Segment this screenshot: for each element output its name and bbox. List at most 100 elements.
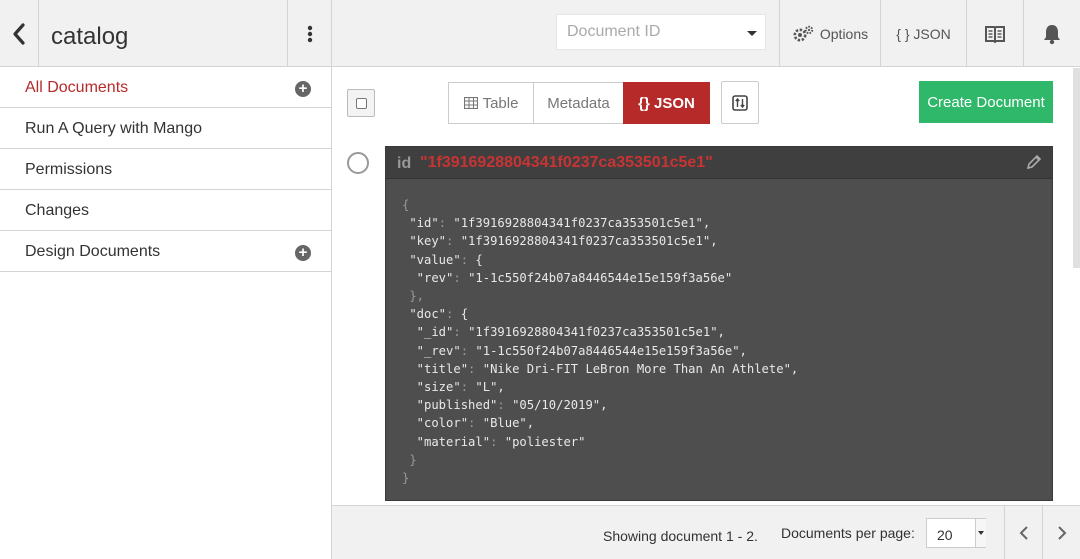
json-key: "material" [402, 434, 491, 449]
json-line: "size": "L", [402, 380, 505, 395]
json-line: "_id": "1f3916928804341f0237ca353501c5e1… [402, 325, 725, 340]
json-key: "doc" [402, 307, 447, 322]
kebab-icon [307, 25, 312, 42]
json-key: "published" [402, 398, 498, 413]
json-key: "rev" [402, 270, 454, 285]
options-label: Options [819, 25, 869, 42]
json-key: "id" [402, 216, 439, 231]
chevron-left-icon [13, 22, 25, 45]
json-line: "published": "05/10/2019", [402, 398, 608, 413]
back-button[interactable] [0, 0, 39, 67]
document-json-body: { "id": "1f3916928804341f0237ca353501c5e… [402, 196, 798, 487]
json-line: }, [402, 287, 798, 305]
document-card[interactable]: id "1f3916928804341f0237ca353501c5e1" { … [385, 146, 1053, 501]
json-value: "Blue", [482, 416, 535, 431]
bell-icon [1044, 24, 1060, 44]
toggle-body-button[interactable] [721, 81, 759, 124]
create-document-button[interactable]: Create Document [919, 81, 1053, 123]
json-line: "_rev": "1-1c550f24b07a8446544e15e159f3a… [402, 343, 747, 358]
sidebar-item-changes[interactable]: Changes [0, 190, 331, 231]
json-view-button[interactable]: { } JSON [880, 0, 966, 67]
json-line: { [402, 196, 798, 214]
tab-metadata-view[interactable]: Metadata [533, 82, 624, 124]
scrollbar[interactable] [1073, 68, 1080, 268]
document-select-radio[interactable] [347, 152, 369, 174]
add-document-icon[interactable]: + [295, 81, 311, 97]
tab-json-view[interactable]: {} JSON [623, 82, 710, 124]
json-punct: } [402, 452, 417, 467]
sidebar-item-label: Run A Query with Mango [25, 120, 202, 137]
sidebar-item-permissions[interactable]: Permissions [0, 149, 331, 190]
json-value: { [460, 307, 469, 322]
pagination-footer: Showing document 1 - 2. Documents per pa… [332, 505, 1080, 559]
json-line: } [402, 469, 798, 487]
top-header: Options { } JSON [332, 0, 1080, 67]
json-line: "color": "Blue", [402, 416, 535, 431]
book-icon [985, 25, 1005, 43]
json-key: "title" [402, 361, 469, 376]
sidebar-header: catalog [0, 0, 331, 67]
per-page-label: Documents per page: [781, 525, 915, 541]
database-menu-button[interactable] [287, 0, 331, 67]
collapse-toggle-icon [732, 94, 748, 111]
tab-label: {} JSON [638, 94, 695, 112]
json-key: "key" [402, 234, 447, 249]
sidebar-item-all-documents[interactable]: All Documents + [0, 67, 331, 108]
database-title: catalog [51, 23, 129, 50]
app-root: catalog All Documents + Run A Query with… [0, 0, 1080, 559]
json-key: "_id" [402, 325, 454, 340]
json-key: "color" [402, 416, 469, 431]
per-page-select[interactable]: 20 [926, 518, 986, 548]
json-punct: }, [402, 289, 425, 304]
json-line: "title": "Nike Dri-FIT LeBron More Than … [402, 361, 799, 376]
options-button[interactable]: Options [779, 0, 880, 67]
caret-down-icon[interactable] [747, 31, 757, 36]
sidebar-item-label: Permissions [25, 161, 113, 178]
json-line: "doc": { [402, 307, 469, 322]
pencil-icon[interactable] [1026, 154, 1042, 175]
json-line: "key": "1f3916928804341f0237ca353501c5e1… [402, 234, 718, 249]
notifications-button[interactable] [1023, 0, 1080, 67]
select-all-checkbox[interactable] [347, 89, 375, 117]
sidebar-item-label: Design Documents [25, 243, 161, 260]
json-value: "1-1c550f24b07a8446544e15e159f3a56e" [468, 270, 733, 285]
json-line: "material": "poliester" [402, 434, 586, 449]
tab-label: Table [482, 94, 519, 112]
json-line: "id": "1f3916928804341f0237ca353501c5e1"… [402, 216, 711, 231]
document-id-label: id [397, 155, 412, 172]
showing-count: Showing document 1 - 2. [603, 528, 758, 544]
sidebar: catalog All Documents + Run A Query with… [0, 0, 332, 559]
tab-label: Metadata [547, 94, 610, 112]
json-value: "Nike Dri-FIT LeBron More Than An Athlet… [482, 361, 799, 376]
json-key: "size" [402, 380, 461, 395]
gears-icon [793, 25, 814, 41]
sidebar-item-mango-query[interactable]: Run A Query with Mango [0, 108, 331, 149]
json-line: } [402, 451, 798, 469]
json-value: "1-1c550f24b07a8446544e15e159f3a56e", [475, 343, 747, 358]
docs-button[interactable] [966, 0, 1023, 67]
tab-table-view[interactable]: Table [448, 82, 534, 124]
json-value: "1f3916928804341f0237ca353501c5e1", [460, 234, 718, 249]
previous-page-button[interactable] [1004, 506, 1042, 559]
sidebar-item-label: Changes [25, 202, 90, 219]
json-key: "value" [402, 252, 461, 267]
json-line: "value": { [402, 252, 483, 267]
add-design-doc-icon[interactable]: + [295, 245, 311, 261]
json-value: { [475, 252, 483, 267]
json-punct: } [402, 471, 410, 486]
json-value: "05/10/2019", [512, 398, 608, 413]
sidebar-item-design-documents[interactable]: Design Documents + [0, 231, 331, 272]
chevron-left-icon [1019, 526, 1028, 540]
next-page-button[interactable] [1042, 506, 1080, 559]
json-value: "L", [475, 380, 505, 395]
document-id-value: "1f3916928804341f0237ca353501c5e1" [420, 154, 713, 171]
select-arrow-icon [975, 519, 986, 547]
sidebar-item-label: All Documents [25, 79, 129, 96]
document-id-input[interactable] [557, 15, 737, 49]
document-card-header: id "1f3916928804341f0237ca353501c5e1" [386, 147, 1052, 179]
json-key: "_rev" [402, 343, 461, 358]
json-value: "poliester" [504, 434, 586, 449]
chevron-right-icon [1057, 526, 1066, 540]
table-icon [463, 97, 478, 109]
document-id-select[interactable] [556, 14, 766, 50]
